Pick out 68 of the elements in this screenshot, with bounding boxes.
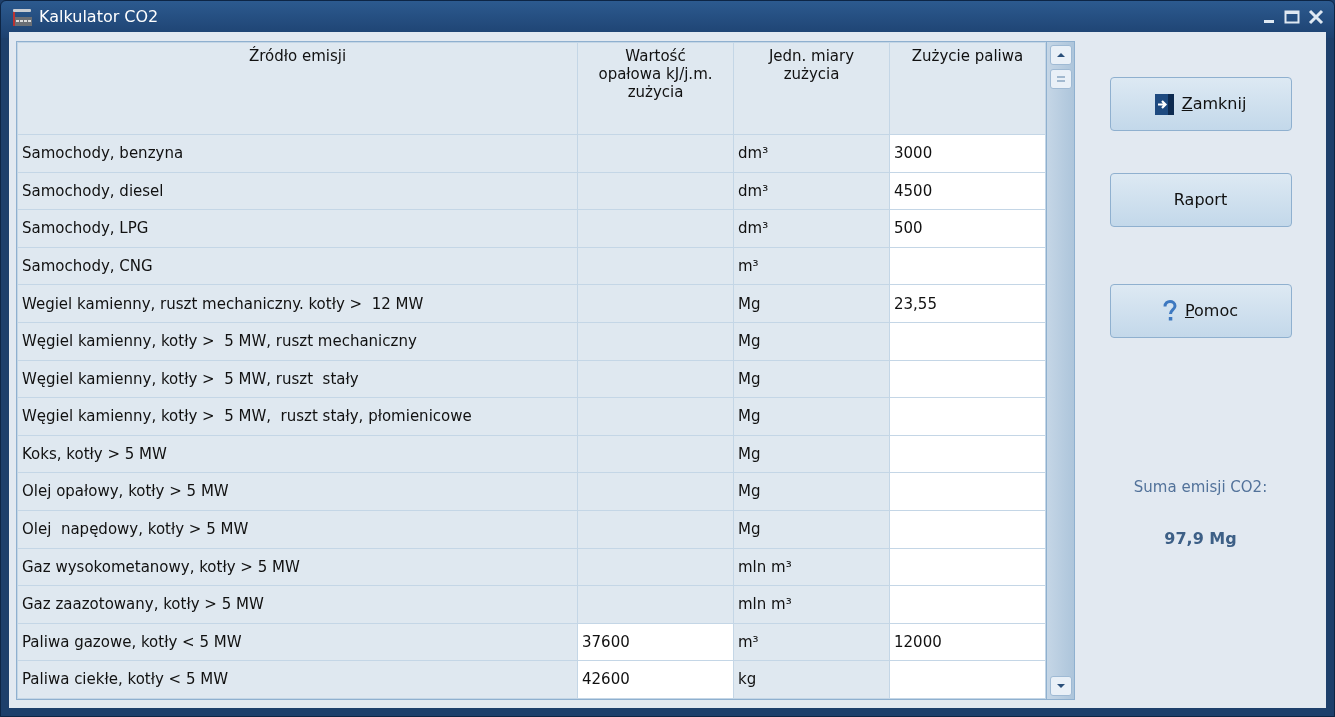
table-cell: Mg	[733, 510, 890, 549]
input-field[interactable]	[889, 322, 1046, 361]
table-cell: Koks, kotły > 5 MW	[17, 435, 578, 473]
table-cell: Mg	[733, 397, 890, 436]
input-field[interactable]: 42600	[577, 660, 734, 699]
table-cell: Węgiel kamienny, kotły > 5 MW, ruszt stały, płomienicowe	[17, 397, 578, 436]
factory-icon	[11, 6, 33, 27]
input-field[interactable]	[889, 510, 1046, 549]
summary-value: 97,9 Mg	[1164, 527, 1237, 550]
summary-label: Suma emisji CO2:	[1133, 477, 1268, 499]
close-icon[interactable]	[1308, 8, 1324, 25]
input-field[interactable]	[889, 435, 1046, 473]
question-icon	[1162, 300, 1177, 323]
table-cell: Gaz zaazotowany, kotły > 5 MW	[17, 585, 578, 624]
table-cell: m³	[733, 247, 890, 285]
table-cell: Mg	[733, 472, 890, 511]
table-cell: dm³	[733, 209, 890, 248]
caret-down-icon	[1055, 683, 1066, 689]
input-field[interactable]: 3000	[889, 134, 1046, 173]
maximize-icon[interactable]	[1284, 8, 1300, 25]
table-cell: Samochody, benzyna	[17, 134, 578, 173]
table-cell: dm³	[733, 172, 890, 210]
input-field[interactable]	[889, 585, 1046, 624]
table-cell: Olej napędowy, kotły > 5 MW	[17, 510, 578, 549]
table-cell: Węgiel kamienny, kotły > 5 MW, ruszt stały	[17, 360, 578, 398]
window-button[interactable]: Raport	[1109, 173, 1292, 228]
table-cell: dm³	[733, 134, 890, 173]
scroll-up-button[interactable]	[1049, 45, 1072, 66]
table-cell: Paliwa gazowe, kotły < 5 MW	[17, 623, 578, 661]
scroll-down-button[interactable]	[1049, 676, 1072, 696]
input-field[interactable]: 12000	[889, 623, 1046, 661]
window-button[interactable]: Pomoc	[1109, 284, 1292, 339]
scroll-thumb[interactable]	[1049, 69, 1072, 90]
table-cell: Olej opałowy, kotły > 5 MW	[17, 472, 578, 511]
table-cell: Wegiel kamienny, ruszt mechaniczny. kotły > 12 MW	[17, 284, 578, 323]
input-field[interactable]	[889, 360, 1046, 398]
table-cell: mln m³	[733, 585, 890, 624]
column-header: Zużycie paliwa	[889, 42, 1046, 135]
column-header: Źródło emisji	[17, 42, 578, 135]
table-cell: mln m³	[733, 548, 890, 586]
input-field[interactable]	[889, 247, 1046, 285]
caret-up-icon	[1055, 52, 1066, 59]
input-field[interactable]: 23,55	[889, 284, 1046, 323]
table-cell: Gaz wysokometanowy, kotły > 5 MW	[17, 548, 578, 586]
window-button[interactable]: Zamknij	[1109, 77, 1292, 132]
input-field[interactable]	[889, 660, 1046, 699]
grip-icon	[1055, 75, 1066, 84]
table-cell: Samochody, CNG	[17, 247, 578, 285]
table-cell: Węgiel kamienny, kotły > 5 MW, ruszt mechaniczny	[17, 322, 578, 361]
table-cell: kg	[733, 660, 890, 699]
window-title: Kalkulator CO2	[39, 5, 159, 28]
column-header: Jedn. miary zużycia	[733, 42, 890, 135]
table-cell: m³	[733, 623, 890, 661]
input-field[interactable]: 500	[889, 209, 1046, 248]
input-field[interactable]: 4500	[889, 172, 1046, 210]
table-cell: Mg	[733, 360, 890, 398]
column-header: Wartość opałowa kJ/j.m. zużycia	[577, 42, 734, 135]
input-field[interactable]	[889, 397, 1046, 436]
input-field[interactable]	[889, 472, 1046, 511]
table-cell: Samochody, diesel	[17, 172, 578, 210]
table-cell: Mg	[733, 284, 890, 323]
input-field[interactable]: 37600	[577, 623, 734, 661]
exit-icon	[1154, 93, 1174, 115]
table-cell: Mg	[733, 322, 890, 361]
table-cell: Paliwa ciekłe, kotły < 5 MW	[17, 660, 578, 699]
table-cell: Samochody, LPG	[17, 209, 578, 248]
table-cell: Mg	[733, 435, 890, 473]
input-field[interactable]	[889, 548, 1046, 586]
